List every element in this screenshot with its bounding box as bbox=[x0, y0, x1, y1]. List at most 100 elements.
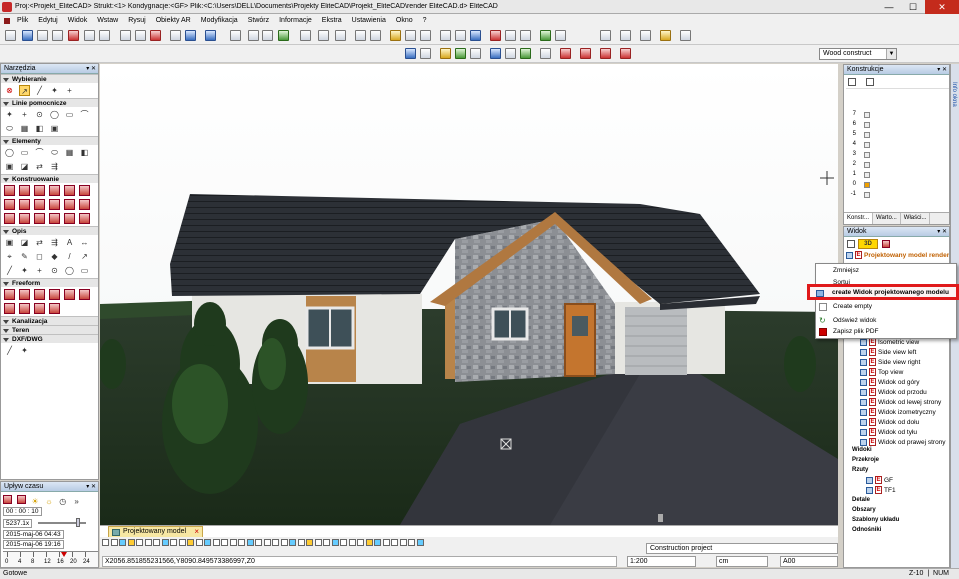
tree-item[interactable]: E Side view right bbox=[860, 358, 920, 367]
maximize-button[interactable]: ☐ bbox=[901, 0, 925, 14]
toolbar-tool-24-icon[interactable] bbox=[420, 30, 431, 41]
tool-3-12-icon[interactable] bbox=[4, 213, 15, 224]
section-6[interactable]: Kanalizacja bbox=[1, 316, 98, 325]
tree-item[interactable]: E Side view left bbox=[860, 348, 916, 357]
tool-3-10-icon[interactable] bbox=[64, 199, 75, 210]
panel-pin-close-icon[interactable]: ▾ ✕ bbox=[937, 227, 947, 237]
toolbar-tool-23-icon[interactable] bbox=[405, 30, 416, 41]
menu-2[interactable]: Widok bbox=[63, 17, 92, 24]
tool-1-2-icon[interactable]: ⊙ bbox=[34, 109, 45, 120]
toolbar2-tool-12-icon[interactable] bbox=[620, 48, 631, 59]
time-marker-icon[interactable] bbox=[61, 552, 67, 557]
tool-5-6-icon[interactable] bbox=[4, 303, 15, 314]
level-row[interactable]: 2 bbox=[848, 161, 888, 169]
tool-2-4-icon[interactable]: ▦ bbox=[64, 147, 75, 158]
tree-item[interactable]: Rzuty bbox=[852, 466, 868, 475]
toolbar-tool-5-icon[interactable] bbox=[84, 30, 95, 41]
tool-4-7-icon[interactable]: ✎ bbox=[19, 251, 30, 262]
snap-tool-7-icon[interactable] bbox=[161, 539, 169, 546]
clock-icon[interactable]: ◷ bbox=[58, 496, 67, 506]
snap-tool-17-icon[interactable] bbox=[246, 539, 254, 546]
toolbar-tool-8-icon[interactable] bbox=[135, 30, 146, 41]
speed-slider[interactable] bbox=[37, 518, 86, 528]
menu-item-zapisz-pdf[interactable]: Zapisz plik PDF bbox=[816, 327, 956, 337]
chevron-down-icon[interactable]: ▼ bbox=[886, 49, 896, 59]
tool-2-1-icon[interactable]: ▭ bbox=[19, 147, 30, 158]
snap-tool-9-icon[interactable] bbox=[178, 539, 186, 546]
tool-5-2-icon[interactable] bbox=[34, 289, 45, 300]
3d-viewport[interactable] bbox=[100, 64, 838, 525]
toolbar-tool-12-icon[interactable] bbox=[205, 30, 216, 41]
toolbar-tool-36-icon[interactable] bbox=[660, 30, 671, 41]
snap-tool-34-icon[interactable] bbox=[391, 539, 398, 546]
toolbar2-tool-10-icon[interactable] bbox=[580, 48, 591, 59]
snap-tool-35-icon[interactable] bbox=[399, 539, 407, 546]
section-5[interactable]: Freeform bbox=[1, 278, 98, 287]
toolbar2-tool-11-icon[interactable] bbox=[600, 48, 611, 59]
collapse-triangle-icon[interactable] bbox=[3, 329, 9, 333]
level-row[interactable]: 6 bbox=[848, 121, 888, 129]
toolbar-tool-7-icon[interactable] bbox=[120, 30, 131, 41]
snap-tool-32-icon[interactable] bbox=[374, 539, 381, 546]
toolbar2-tool-9-icon[interactable] bbox=[560, 48, 571, 59]
tree-item[interactable]: E TF1 bbox=[866, 486, 896, 495]
tool-1-4-icon[interactable]: ▭ bbox=[64, 109, 75, 120]
3d-view-icon[interactable]: 3D bbox=[858, 239, 878, 249]
tree-item[interactable]: E GF bbox=[866, 476, 893, 485]
toolbar-tool-28-icon[interactable] bbox=[490, 30, 501, 41]
snap-tool-1-icon[interactable] bbox=[110, 539, 118, 546]
save-view-icon[interactable] bbox=[882, 240, 890, 248]
snap-tool-19-icon[interactable] bbox=[263, 539, 271, 546]
snap-tool-13-icon[interactable] bbox=[212, 539, 220, 546]
tool-2-5-icon[interactable]: ◧ bbox=[79, 147, 90, 158]
menu-10[interactable]: Ustawienia bbox=[347, 17, 391, 24]
snap-tool-16-icon[interactable] bbox=[238, 539, 245, 546]
snap-tool-36-icon[interactable] bbox=[408, 539, 415, 546]
toolbar-tool-19-icon[interactable] bbox=[335, 30, 346, 41]
section-1[interactable]: Linie pomocnicze bbox=[1, 98, 98, 107]
snap-tool-29-icon[interactable] bbox=[348, 539, 356, 546]
tool-4-15-icon[interactable]: ⊙ bbox=[49, 265, 60, 276]
tool-4-6-icon[interactable]: ⌖ bbox=[4, 251, 15, 262]
tool-3-3-icon[interactable] bbox=[49, 185, 60, 196]
tool-4-5-icon[interactable]: ↔ bbox=[79, 237, 90, 248]
menu-5[interactable]: Obiekty AR bbox=[151, 17, 196, 24]
pen-select[interactable]: A00 bbox=[780, 556, 838, 567]
snap-tool-27-icon[interactable] bbox=[331, 539, 339, 546]
tool-8-0-icon[interactable]: ╱ bbox=[4, 345, 15, 356]
speed-icon[interactable]: » bbox=[72, 496, 81, 506]
snap-tool-22-icon[interactable] bbox=[289, 539, 296, 546]
start-date-field[interactable]: 2015-maj-06 04:43 bbox=[3, 530, 64, 539]
tool-1-8-icon[interactable]: ◧ bbox=[34, 123, 45, 134]
menu-6[interactable]: Modyfikacja bbox=[196, 17, 243, 24]
tool-3-14-icon[interactable] bbox=[34, 213, 45, 224]
tool-2-2-icon[interactable]: ⌒ bbox=[34, 147, 45, 158]
tool-4-17-icon[interactable]: ▭ bbox=[79, 265, 90, 276]
toolbar-tool-3-icon[interactable] bbox=[52, 30, 63, 41]
toolbar-tool-26-icon[interactable] bbox=[455, 30, 466, 41]
tool-3-5-icon[interactable] bbox=[79, 185, 90, 196]
tool-4-13-icon[interactable]: ✦ bbox=[19, 265, 30, 276]
snap-tool-28-icon[interactable] bbox=[340, 539, 347, 546]
menu-item-odswiez[interactable]: ↻ Odśwież widok bbox=[816, 316, 956, 326]
toolbar-tool-27-icon[interactable] bbox=[470, 30, 481, 41]
tool-0-1-icon[interactable]: ↗ bbox=[19, 85, 30, 96]
toolbar-tool-30-icon[interactable] bbox=[520, 30, 531, 41]
tool-5-1-icon[interactable] bbox=[19, 289, 30, 300]
tool-3-2-icon[interactable] bbox=[34, 185, 45, 196]
play-icon[interactable] bbox=[3, 495, 12, 504]
app-icon[interactable] bbox=[2, 1, 12, 12]
snap-tool-3-icon[interactable] bbox=[127, 539, 135, 546]
close-button[interactable]: ✕ bbox=[925, 0, 959, 14]
snap-tool-6-icon[interactable] bbox=[153, 539, 160, 546]
section-0[interactable]: Wybieranie bbox=[1, 74, 98, 83]
tool-3-17-icon[interactable] bbox=[79, 213, 90, 224]
tool-3-11-icon[interactable] bbox=[79, 199, 90, 210]
menu-9[interactable]: Ekstra bbox=[317, 17, 347, 24]
tree-item[interactable]: Obszary bbox=[852, 506, 876, 515]
snap-tool-14-icon[interactable] bbox=[221, 539, 228, 546]
coordinates-input[interactable]: X2056.851855231566,Y8090.849573386997,Z0 bbox=[102, 556, 617, 567]
menu-11[interactable]: Okno bbox=[391, 17, 418, 24]
tool-5-8-icon[interactable] bbox=[34, 303, 45, 314]
tree-item[interactable]: Detale bbox=[852, 496, 870, 505]
